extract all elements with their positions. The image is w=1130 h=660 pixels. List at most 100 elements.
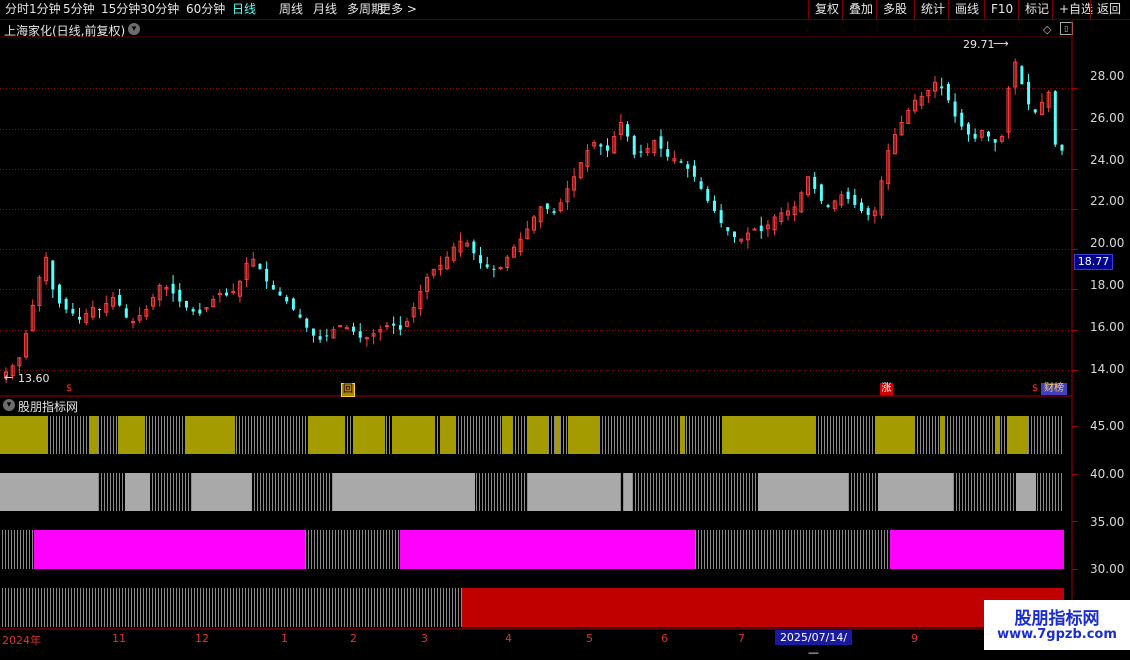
candle-body bbox=[64, 298, 68, 310]
financial-report-marker[interactable]: 财榜 bbox=[1041, 383, 1067, 395]
candle-body bbox=[352, 326, 356, 332]
indicator-title: 股朋指标网 bbox=[18, 400, 79, 414]
candle-body bbox=[364, 337, 369, 340]
limit-up-marker[interactable]: 涨 bbox=[880, 383, 893, 395]
y-tick: 22.00 bbox=[1090, 194, 1125, 208]
dividend-marker[interactable]: $ bbox=[64, 383, 74, 395]
indicator-block bbox=[462, 588, 1064, 627]
candle-body bbox=[98, 309, 102, 311]
low-price-label: 13.60 bbox=[18, 372, 50, 385]
candle-body bbox=[699, 181, 703, 189]
candle-body bbox=[692, 165, 696, 177]
candle-body bbox=[946, 83, 950, 101]
candle-body bbox=[639, 151, 643, 153]
date-label: 9 bbox=[911, 632, 918, 645]
candle-body bbox=[826, 205, 830, 207]
candle-body bbox=[398, 325, 402, 330]
candle-body bbox=[626, 124, 630, 137]
candle-body bbox=[278, 291, 282, 296]
candle-body bbox=[384, 325, 389, 328]
candle-body bbox=[953, 101, 957, 117]
candle-body bbox=[686, 164, 690, 169]
indicator-block bbox=[624, 473, 632, 511]
indicator-block bbox=[0, 473, 98, 511]
indicator-block bbox=[1008, 416, 1028, 454]
y-tick: 28.00 bbox=[1090, 69, 1125, 83]
chevron-down-icon[interactable]: ▾ bbox=[3, 399, 15, 411]
dividend-marker[interactable]: $ bbox=[1030, 383, 1040, 395]
current-price-tag: 18.77 bbox=[1074, 254, 1113, 270]
candle-body bbox=[866, 208, 870, 216]
indicator-block bbox=[890, 530, 1064, 569]
indicator-block bbox=[333, 473, 475, 511]
candle-body bbox=[1027, 81, 1031, 105]
indicator-block bbox=[34, 530, 305, 569]
indicator-block bbox=[568, 416, 600, 454]
candle-body bbox=[258, 263, 262, 270]
candle-body bbox=[198, 309, 202, 314]
candle-body bbox=[171, 283, 175, 294]
indicator-block bbox=[995, 416, 1000, 454]
indicator-block bbox=[392, 416, 435, 454]
candle-body bbox=[184, 300, 188, 308]
candle-body bbox=[1020, 66, 1024, 85]
candle-body bbox=[285, 296, 289, 302]
candle-body bbox=[993, 139, 997, 143]
date-label: 2 bbox=[350, 632, 357, 645]
indicator-block bbox=[758, 473, 848, 511]
y-tick: 18.00 bbox=[1090, 278, 1125, 292]
y-tick: 40.00 bbox=[1090, 467, 1125, 481]
candle-body bbox=[679, 161, 683, 163]
indicator-block bbox=[528, 473, 620, 511]
indicator-block bbox=[940, 416, 945, 454]
candle-body bbox=[846, 191, 850, 199]
candle-body bbox=[51, 260, 55, 290]
buyback-marker[interactable]: 回 bbox=[341, 383, 355, 397]
indicator-block bbox=[878, 473, 953, 511]
candle-body bbox=[552, 211, 556, 213]
indicator-block bbox=[440, 416, 456, 454]
indicator-block bbox=[125, 473, 150, 511]
indicator-block bbox=[353, 416, 385, 454]
candle-body bbox=[819, 184, 823, 201]
candle-body bbox=[986, 131, 990, 137]
candle-body bbox=[853, 194, 857, 205]
date-label: 4 bbox=[505, 632, 512, 645]
indicator-block bbox=[118, 416, 145, 454]
indicator-block bbox=[528, 416, 548, 454]
y-tick: 35.00 bbox=[1090, 515, 1125, 529]
candle-body bbox=[666, 149, 670, 157]
candle-body bbox=[358, 331, 362, 338]
candle-body bbox=[966, 123, 970, 135]
candle-body bbox=[492, 268, 496, 270]
candle-body bbox=[1053, 91, 1057, 145]
candle-body bbox=[271, 284, 275, 290]
indicator-block bbox=[722, 416, 815, 454]
candle-body bbox=[130, 321, 135, 324]
date-label: 3 bbox=[421, 632, 428, 645]
y-tick: 16.00 bbox=[1090, 320, 1125, 334]
candle-body bbox=[659, 136, 663, 149]
candle-body bbox=[298, 314, 302, 318]
y-tick: 30.00 bbox=[1090, 562, 1125, 576]
candle-body bbox=[599, 144, 603, 147]
high-price-label: 29.71 bbox=[963, 38, 995, 51]
date-label: 11 bbox=[112, 632, 126, 645]
candle-body bbox=[472, 241, 476, 254]
chart-canvas bbox=[0, 20, 1130, 630]
candle-body bbox=[726, 227, 730, 232]
indicator-block bbox=[680, 416, 685, 454]
indicator-block bbox=[308, 416, 345, 454]
candle-body bbox=[479, 255, 483, 264]
indicator-block bbox=[875, 416, 915, 454]
candle-body bbox=[632, 135, 636, 155]
candle-body bbox=[225, 292, 229, 296]
indicator-block bbox=[555, 416, 560, 454]
y-tick: 24.00 bbox=[1090, 153, 1125, 167]
candle-body bbox=[178, 289, 182, 302]
candle-body bbox=[606, 145, 610, 151]
candle-body bbox=[752, 228, 757, 231]
candle-body bbox=[392, 323, 396, 326]
candle-body bbox=[57, 284, 61, 304]
indicator-block bbox=[1016, 473, 1036, 511]
